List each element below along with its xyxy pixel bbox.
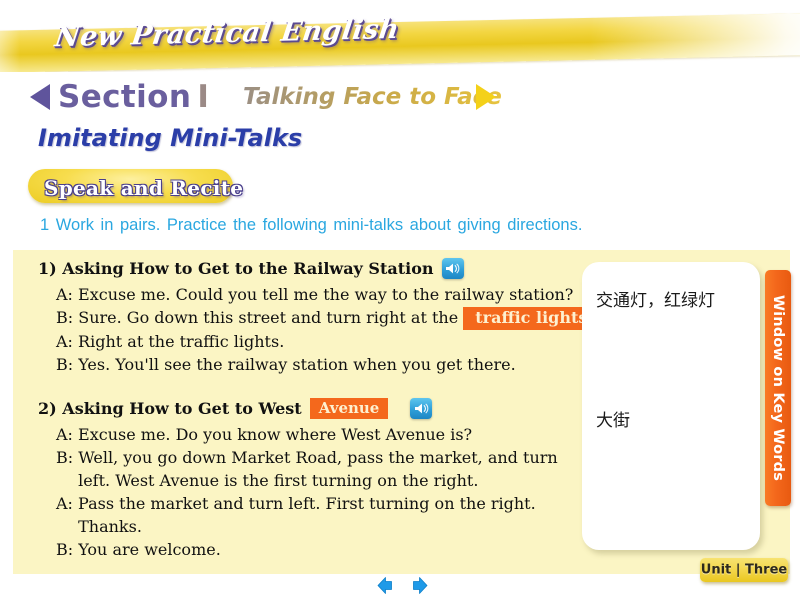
key-word-translation-2: 大街 [596, 411, 630, 431]
key-word-highlight[interactable]: Avenue [309, 398, 389, 419]
line-text: Well, you go down Market Road, pass the … [78, 448, 558, 467]
line-text: Excuse me. Could you tell me the way to … [78, 285, 574, 304]
dialogue-line: Thanks. [56, 515, 558, 538]
section-subtitle: Talking Face to Face [243, 84, 502, 110]
dialogue-heading-2: 2) Asking How to Get to West Avenue [38, 398, 558, 419]
top-banner: New Practical English [0, 0, 800, 72]
dialogue-line: B: Sure. Go down this street and turn ri… [56, 306, 610, 330]
slide-root: New Practical English Section I Talking F… [0, 0, 800, 600]
dialogue-line: B: Well, you go down Market Road, pass t… [56, 446, 558, 469]
prev-arrow-icon[interactable] [376, 576, 398, 595]
dialogue-line: A: Excuse me. Could you tell me the way … [56, 283, 610, 306]
dialogue-block-1: 1) Asking How to Get to the Railway Stat… [38, 258, 610, 376]
line-text: Excuse me. Do you know where West Avenue… [78, 425, 473, 444]
slide-navigation [376, 576, 436, 596]
next-arrow-icon[interactable] [407, 576, 429, 595]
line-speaker: B: [56, 308, 74, 327]
unit-badge-label: Unit | Three [700, 562, 788, 578]
unit-badge[interactable]: Unit | Three [700, 558, 788, 582]
activity-badge-label: Speak and Recite [44, 176, 244, 200]
line-speaker: B: [56, 448, 74, 467]
line-text: You are welcome. [78, 540, 221, 559]
speaker-icon[interactable] [441, 258, 464, 279]
section-heading: Section I [58, 79, 209, 115]
section-heading-number: I [197, 79, 210, 115]
dialogue-line: A: Excuse me. Do you know where West Ave… [56, 423, 558, 446]
line-text: Right at the traffic lights. [78, 332, 285, 351]
line-text: left. West Avenue is the first turning o… [78, 471, 479, 490]
key-word-highlight[interactable]: traffic lights [463, 307, 600, 330]
prev-section-triangle-icon[interactable] [30, 84, 50, 110]
dialogue-line: left. West Avenue is the first turning o… [56, 469, 558, 492]
line-text: Yes. You'll see the railway station when… [78, 355, 516, 374]
next-section-triangle-icon[interactable] [476, 84, 496, 110]
speaker-icon[interactable] [410, 398, 433, 419]
key-words-tab[interactable]: Window on Key Words [765, 270, 791, 506]
line-speaker: A: [56, 494, 73, 513]
page-title: Imitating Mini-Talks [38, 124, 303, 152]
line-speaker: A: [56, 425, 73, 444]
line-text: Pass the market and turn left. First tur… [78, 494, 536, 513]
dialogue-block-2: 2) Asking How to Get to West Avenue A: E… [38, 398, 558, 561]
key-words-tab-label: Window on Key Words [770, 294, 786, 482]
dialogue-line: A: Right at the traffic lights. [56, 330, 610, 353]
line-speaker: B: [56, 355, 74, 374]
dialogue-lines-1: A: Excuse me. Could you tell me the way … [38, 283, 610, 376]
dialogue-heading-text-2: 2) Asking How to Get to West [38, 399, 302, 418]
line-text: Thanks. [78, 517, 142, 536]
section-heading-label: Section [58, 79, 192, 115]
dialogue-lines-2: A: Excuse me. Do you know where West Ave… [38, 423, 558, 561]
dialogue-heading-1: 1) Asking How to Get to the Railway Stat… [38, 258, 610, 279]
line-speaker: A: [56, 332, 73, 351]
key-word-translation-1: 交通灯，红绿灯 [596, 291, 715, 311]
line-speaker: B: [56, 540, 74, 559]
line-text: Sure. Go down this street and turn right… [78, 308, 459, 327]
line-speaker: A: [56, 285, 73, 304]
dialogue-heading-text-1: 1) Asking How to Get to the Railway Stat… [38, 259, 434, 278]
dialogue-line: B: You are welcome. [56, 538, 558, 561]
instruction-text: 1 Work in pairs. Practice the following … [40, 216, 583, 234]
dialogue-line: A: Pass the market and turn left. First … [56, 492, 558, 515]
dialogue-line: B: Yes. You'll see the railway station w… [56, 353, 610, 376]
